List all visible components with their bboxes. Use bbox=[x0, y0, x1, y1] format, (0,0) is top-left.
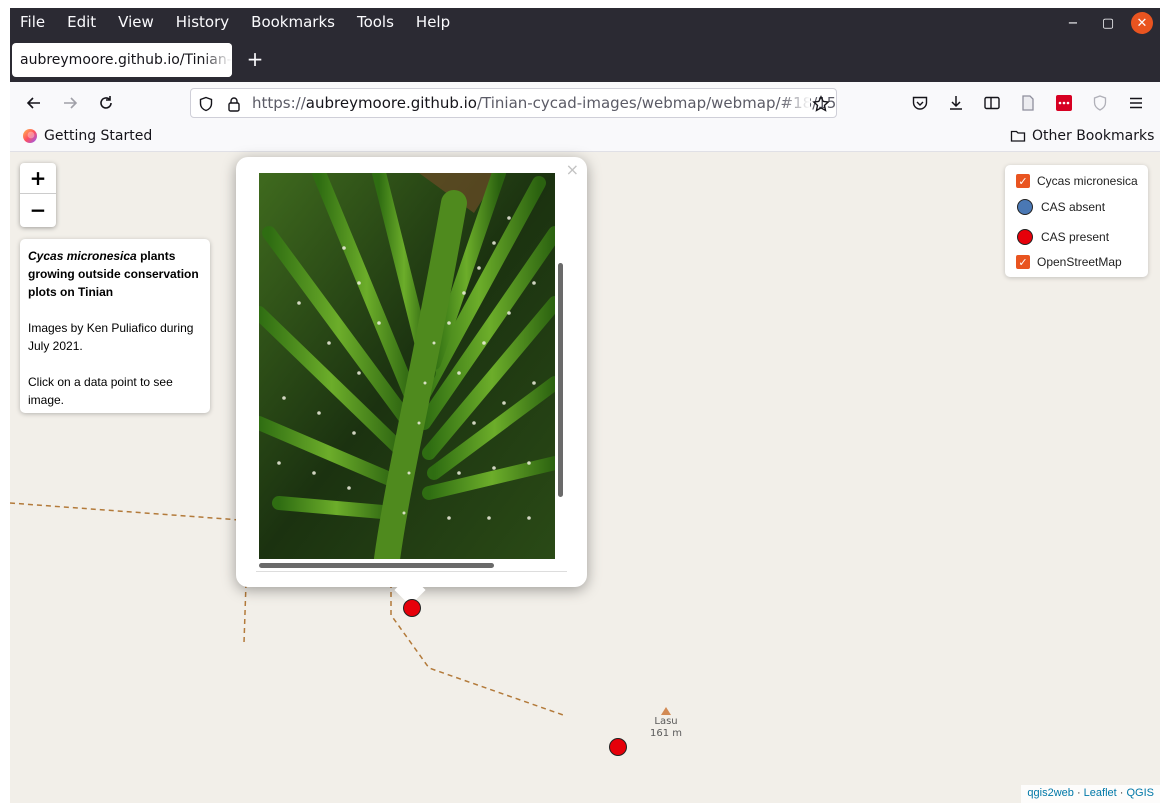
peak-triangle-icon bbox=[661, 707, 671, 715]
legend-cas-absent: CAS absent bbox=[1016, 199, 1105, 215]
attribution-link-qgis2web[interactable]: qgis2web bbox=[1027, 787, 1073, 799]
pocket-icon bbox=[912, 96, 928, 110]
menu-help[interactable]: Help bbox=[416, 13, 450, 31]
bookmark-label: Getting Started bbox=[44, 128, 153, 144]
maximize-button[interactable]: ▢ bbox=[1097, 12, 1119, 34]
download-icon bbox=[950, 96, 962, 110]
menu-edit[interactable]: Edit bbox=[67, 13, 96, 31]
map-info-box: Cycas micronesica plants growing outside… bbox=[20, 239, 210, 413]
app-menu-button[interactable] bbox=[1123, 90, 1149, 116]
cycad-leaf-photo bbox=[259, 173, 555, 559]
back-arrow-icon bbox=[26, 97, 40, 109]
menu-history[interactable]: History bbox=[176, 13, 229, 31]
extension-button[interactable] bbox=[1051, 90, 1077, 116]
sidebar-button[interactable] bbox=[979, 90, 1005, 116]
extension-shield-button[interactable] bbox=[1087, 90, 1113, 116]
peak-name: Lasu bbox=[654, 716, 678, 727]
pocket-button[interactable] bbox=[907, 90, 933, 116]
leaf-image bbox=[259, 173, 555, 559]
menu-file[interactable]: File bbox=[20, 13, 45, 31]
bookmark-getting-started[interactable]: Getting Started bbox=[22, 128, 152, 144]
info-credit: Images by Ken Puliafico during July 2021… bbox=[28, 321, 194, 353]
legend-cas-present: CAS present bbox=[1016, 229, 1109, 245]
menu-view[interactable]: View bbox=[118, 13, 154, 31]
bookmark-label: Other Bookmarks bbox=[1032, 128, 1155, 144]
downloads-button[interactable] bbox=[943, 90, 969, 116]
attribution-link-qgis[interactable]: QGIS bbox=[1126, 787, 1154, 799]
new-tab-button[interactable]: + bbox=[242, 46, 268, 72]
popup-close-icon[interactable]: × bbox=[566, 160, 579, 179]
cas-present-marker[interactable] bbox=[403, 599, 421, 617]
layer-toggle-cycas[interactable]: ✓ Cycas micronesica bbox=[1016, 174, 1138, 188]
extension-icon bbox=[1056, 95, 1072, 111]
blue-circle-icon bbox=[1017, 199, 1033, 215]
layer-legend: ✓ Cycas micronesica CAS absent CAS prese… bbox=[1005, 165, 1148, 277]
peak-label: Lasu 161 m bbox=[645, 716, 687, 740]
layer-toggle-openstreetmap[interactable]: ✓ OpenStreetMap bbox=[1016, 255, 1122, 269]
folder-icon bbox=[1010, 130, 1026, 142]
reader-view-button[interactable] bbox=[1015, 90, 1041, 116]
attribution-link-leaflet[interactable]: Leaflet bbox=[1084, 787, 1117, 799]
zoom-control: + − bbox=[20, 163, 56, 227]
sidebar-icon bbox=[984, 96, 1000, 110]
hamburger-menu-icon bbox=[1130, 97, 1142, 109]
browser-window: File Edit View History Bookmarks Tools H… bbox=[10, 8, 1160, 803]
reload-icon bbox=[100, 96, 112, 109]
lock-icon[interactable] bbox=[224, 94, 244, 114]
menu-tools[interactable]: Tools bbox=[357, 13, 394, 31]
info-title: Cycas micronesica plants growing outside… bbox=[28, 249, 199, 299]
url-text[interactable]: https://aubreymoore.github.io/Tinian-cyc… bbox=[252, 94, 836, 112]
map-view[interactable]: + − Cycas micronesica plants growing out… bbox=[10, 153, 1160, 803]
zoom-out-button[interactable]: − bbox=[20, 194, 56, 225]
minimize-button[interactable]: − bbox=[1062, 12, 1084, 34]
horizontal-scrollbar[interactable] bbox=[259, 563, 494, 568]
zoom-in-button[interactable]: + bbox=[20, 163, 56, 194]
active-tab[interactable]: aubreymoore.github.io/Tinian-cycad-image… bbox=[12, 43, 232, 77]
reload-button[interactable] bbox=[93, 90, 119, 116]
red-circle-icon bbox=[1017, 229, 1033, 245]
cas-present-marker[interactable] bbox=[609, 738, 627, 756]
back-button[interactable] bbox=[21, 90, 47, 116]
checkbox-checked-icon[interactable]: ✓ bbox=[1016, 174, 1030, 188]
firefox-logo-icon bbox=[23, 129, 37, 143]
navigation-toolbar: https://aubreymoore.github.io/Tinian-cyc… bbox=[10, 82, 1160, 124]
peak-elevation: 161 m bbox=[649, 728, 682, 739]
close-window-button[interactable]: ✕ bbox=[1131, 12, 1153, 34]
shield-icon bbox=[1093, 95, 1107, 111]
bookmarks-toolbar: Getting Started Other Bookmarks bbox=[10, 124, 1160, 152]
page-icon bbox=[1022, 95, 1034, 111]
tracking-protection-shield-icon[interactable] bbox=[196, 94, 216, 114]
map-attribution: qgis2web · Leaflet · QGIS bbox=[1021, 785, 1160, 803]
forward-arrow-icon bbox=[64, 97, 78, 109]
other-bookmarks-folder[interactable]: Other Bookmarks bbox=[1010, 128, 1154, 144]
vertical-scrollbar[interactable] bbox=[558, 263, 563, 497]
title-bar: File Edit View History Bookmarks Tools H… bbox=[10, 8, 1160, 82]
checkbox-checked-icon[interactable]: ✓ bbox=[1016, 255, 1030, 269]
image-popup: × bbox=[236, 157, 587, 606]
url-bar[interactable]: https://aubreymoore.github.io/Tinian-cyc… bbox=[190, 88, 837, 118]
bookmark-star-icon[interactable] bbox=[811, 94, 831, 114]
forward-button[interactable] bbox=[57, 90, 83, 116]
info-hint: Click on a data point to see image. bbox=[28, 375, 173, 407]
menu-bookmarks[interactable]: Bookmarks bbox=[251, 13, 335, 31]
menu-bar: File Edit View History Bookmarks Tools H… bbox=[10, 8, 472, 36]
tab-title: aubreymoore.github.io/Tinian-cycad-image… bbox=[20, 52, 232, 68]
